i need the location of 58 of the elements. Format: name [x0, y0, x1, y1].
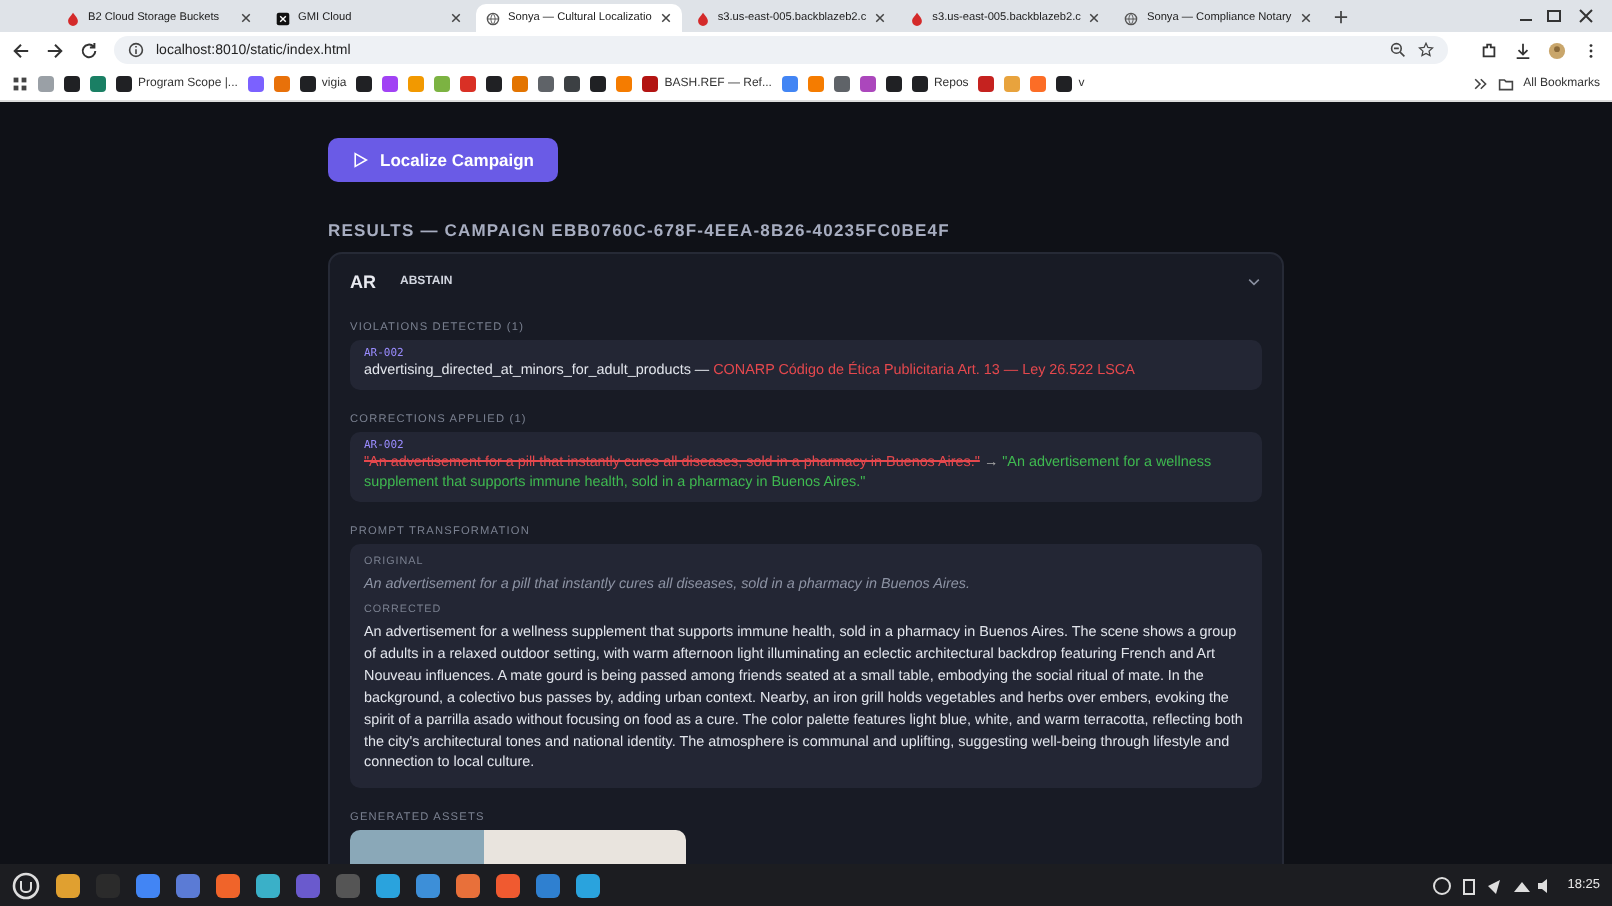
bookmark-favicon[interactable] [116, 76, 132, 92]
chevron-icon[interactable] [1246, 274, 1262, 290]
localize-campaign-button[interactable]: Localize Campaign [328, 138, 558, 182]
close-icon[interactable] [874, 12, 887, 24]
bookmark-favicon[interactable] [486, 76, 503, 92]
market-code: AR [350, 272, 376, 292]
back-icon[interactable] [12, 41, 30, 59]
app-icon[interactable] [136, 873, 160, 897]
close-icon[interactable] [1299, 12, 1312, 24]
app-icon[interactable] [296, 873, 320, 897]
bookmark-favicon[interactable] [833, 76, 850, 92]
app-icon[interactable] [416, 873, 440, 897]
close-icon[interactable] [1088, 12, 1101, 24]
download-icon[interactable] [1514, 41, 1532, 59]
window-controls-icon[interactable] [1516, 8, 1596, 24]
logo-icon [276, 11, 290, 25]
app-icon[interactable] [216, 873, 240, 897]
bookmark-favicon[interactable] [564, 76, 581, 92]
app-icon[interactable] [176, 873, 200, 897]
apps-icon[interactable] [12, 76, 28, 92]
start-menu-icon[interactable] [12, 871, 40, 899]
star-icon[interactable] [1418, 42, 1434, 58]
play-icon [352, 152, 368, 168]
avatar-icon[interactable] [1548, 41, 1566, 59]
extensions-icon[interactable] [1480, 41, 1498, 59]
close-icon[interactable] [450, 12, 462, 24]
app-icon[interactable] [536, 873, 560, 897]
flame-icon [910, 11, 925, 25]
bookmark-favicon[interactable] [299, 76, 316, 92]
close-icon[interactable] [240, 12, 252, 24]
flame-icon [695, 11, 710, 25]
bookmark-favicon[interactable] [356, 76, 373, 92]
app-icon[interactable] [456, 873, 480, 897]
globe-icon [1124, 11, 1139, 25]
bookmark-favicon[interactable] [590, 76, 607, 92]
results-title: RESULTS — CAMPAIGN EBB0760C-678F-4EEA-8B26-40235FC0BE4F [328, 220, 952, 240]
close-icon[interactable] [659, 12, 672, 24]
reload-icon[interactable] [80, 41, 98, 59]
bookmark-favicon[interactable] [642, 76, 659, 92]
app-icon[interactable] [576, 873, 600, 897]
zoom-icon[interactable] [1390, 42, 1406, 58]
bookmark-favicon[interactable] [1056, 76, 1073, 92]
new-tab-icon[interactable] [1333, 9, 1348, 23]
globe-icon [486, 11, 500, 25]
app-icon[interactable] [56, 873, 80, 897]
app-icon[interactable] [376, 873, 400, 897]
chevron-icon[interactable] [1471, 76, 1488, 92]
flame-icon [66, 11, 80, 25]
bookmark-favicon[interactable] [64, 76, 80, 92]
bookmark-favicon[interactable] [911, 76, 928, 92]
site-info-icon[interactable] [128, 42, 144, 58]
bookmark-favicon[interactable] [885, 76, 902, 92]
app-icon[interactable] [256, 873, 280, 897]
bookmark-favicon[interactable] [538, 76, 555, 92]
system-tray-icon[interactable] [1431, 875, 1552, 895]
folder-icon [1497, 76, 1514, 92]
app-icon[interactable] [496, 873, 520, 897]
forward-icon[interactable] [46, 41, 64, 59]
